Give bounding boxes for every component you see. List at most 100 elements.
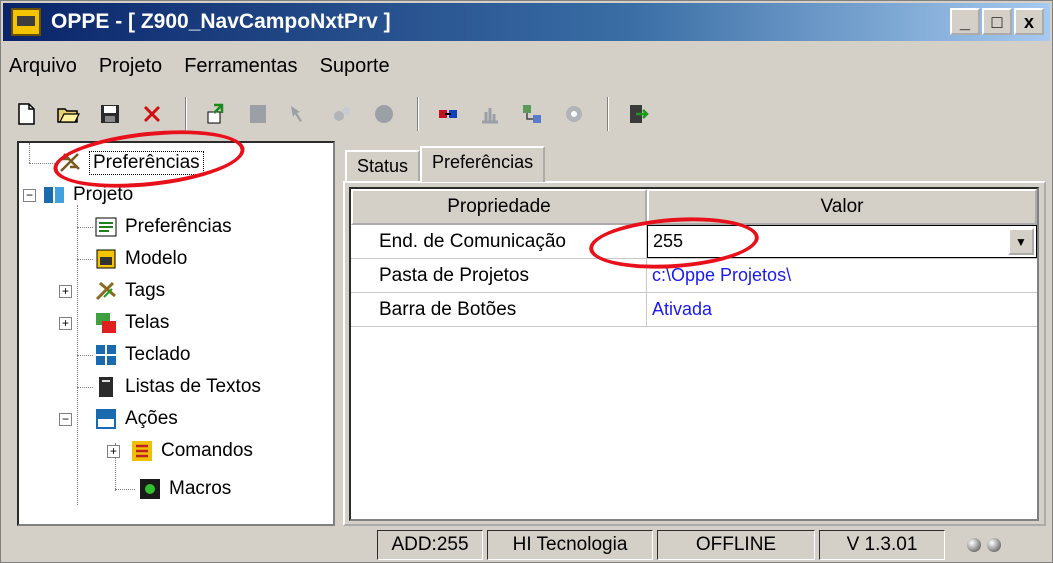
delete-icon[interactable]	[133, 95, 171, 133]
tree-item-preferencias-root[interactable]: Preferências	[57, 147, 204, 179]
compile-icon[interactable]	[429, 95, 467, 133]
status-led-icon	[987, 538, 1001, 552]
property-name: Pasta de Projetos	[351, 259, 647, 292]
tree-item-label: Ações	[125, 408, 178, 429]
transfer-icon[interactable]	[471, 95, 509, 133]
app-window: OPPE - [ Z900_NavCampoNxtPrv ] _ □ x Arq…	[0, 0, 1053, 563]
menu-projeto[interactable]: Projeto	[99, 55, 162, 78]
tree-item-label: Tags	[125, 280, 166, 301]
tree-item-label: Macros	[169, 478, 232, 499]
menu-suporte[interactable]: Suporte	[320, 55, 390, 78]
tree-item-label: Preferências	[125, 216, 232, 237]
macros-icon	[140, 479, 160, 499]
status-bar: ADD:255 HI Tecnologia OFFLINE V 1.3.01	[3, 528, 1050, 562]
tree-item-macros[interactable]: Macros	[137, 473, 231, 505]
exit-icon[interactable]	[619, 95, 657, 133]
network-icon[interactable]	[513, 95, 551, 133]
property-name: End. de Comunicação	[351, 225, 647, 258]
grid-header: Propriedade Valor	[351, 189, 1037, 225]
maximize-button[interactable]: □	[982, 8, 1012, 35]
status-led-icon	[967, 538, 981, 552]
expand-tags-toggle[interactable]: +	[59, 285, 72, 298]
open-folder-icon[interactable]	[49, 95, 87, 133]
tree-connector	[29, 143, 30, 163]
tree-connector	[29, 163, 55, 164]
collapse-projeto-toggle[interactable]: −	[23, 189, 36, 202]
text-lists-icon	[99, 377, 113, 397]
minimize-button[interactable]: _	[950, 8, 980, 35]
status-connection: OFFLINE	[657, 530, 815, 560]
save-icon[interactable]	[91, 95, 129, 133]
column-header-valor[interactable]: Valor	[647, 189, 1037, 225]
tree-item-teclado[interactable]: Teclado	[93, 339, 191, 371]
screen-icon[interactable]	[239, 95, 277, 133]
tree-connector	[77, 227, 93, 228]
toolbar-separator	[185, 97, 187, 131]
tree-connector	[77, 355, 93, 356]
tab-strip: Status Preferências	[345, 146, 546, 182]
preferences-list-icon	[95, 217, 117, 237]
property-value: 255	[653, 231, 684, 251]
import-icon[interactable]	[197, 95, 235, 133]
tree-connector	[115, 489, 135, 490]
tags-icon[interactable]	[281, 95, 319, 133]
tree-item-modelo[interactable]: Modelo	[93, 243, 187, 275]
property-value[interactable]: c:\Oppe Projetos\	[647, 259, 1037, 292]
tree-item-tags[interactable]: Tags	[93, 275, 165, 307]
project-tree[interactable]: Preferências − Projeto Preferências Mode…	[17, 141, 335, 526]
table-row[interactable]: Pasta de Projetos c:\Oppe Projetos\	[351, 259, 1037, 293]
tree-item-comandos[interactable]: Comandos	[129, 435, 253, 467]
tree-item-acoes[interactable]: Ações	[93, 403, 178, 435]
window-controls: _ □ x	[950, 8, 1044, 35]
title-bar[interactable]: OPPE - [ Z900_NavCampoNxtPrv ] _ □ x	[3, 3, 1050, 41]
property-name: Barra de Botões	[351, 293, 647, 326]
communication-address-select[interactable]: 255 ▼	[647, 225, 1037, 258]
app-icon[interactable]	[11, 8, 41, 36]
preferences-panel: Propriedade Valor End. de Comunicação 25…	[343, 181, 1046, 526]
tree-connector	[77, 259, 93, 260]
window-title: OPPE - [ Z900_NavCampoNxtPrv ]	[51, 10, 391, 33]
actions-icon	[96, 409, 116, 429]
connect-icon[interactable]	[323, 95, 361, 133]
toolbar-separator	[607, 97, 609, 131]
tags-icon	[95, 281, 116, 301]
model-icon	[96, 249, 116, 269]
tree-item-label: Listas de Textos	[125, 376, 261, 397]
table-row[interactable]: End. de Comunicação 255 ▼	[351, 225, 1037, 259]
tree-item-label: Preferências	[89, 151, 204, 175]
preferences-tool-icon	[60, 153, 80, 172]
chevron-down-icon[interactable]: ▼	[1008, 228, 1034, 255]
new-file-icon[interactable]	[7, 95, 45, 133]
tree-item-label: Teclado	[125, 344, 191, 365]
tree-item-telas[interactable]: Telas	[93, 307, 169, 339]
tab-preferencias[interactable]: Preferências	[420, 146, 546, 182]
menu-bar: Arquivo Projeto Ferramentas Suporte	[9, 49, 390, 83]
table-row[interactable]: Barra de Botões Ativada	[351, 293, 1037, 327]
property-grid: Propriedade Valor End. de Comunicação 25…	[349, 187, 1039, 521]
keyboard-icon	[96, 345, 116, 365]
record-icon[interactable]	[365, 95, 403, 133]
tree-item-label: Modelo	[125, 248, 188, 269]
toolbar-separator	[417, 97, 419, 131]
menu-arquivo[interactable]: Arquivo	[9, 55, 77, 78]
settings-icon[interactable]	[555, 95, 593, 133]
project-icon	[44, 187, 64, 203]
property-value[interactable]: Ativada	[647, 293, 1037, 326]
close-button[interactable]: x	[1014, 8, 1044, 35]
tree-item-label: Comandos	[161, 440, 253, 461]
screens-icon	[96, 313, 116, 333]
expand-telas-toggle[interactable]: +	[59, 317, 72, 330]
menu-ferramentas[interactable]: Ferramentas	[184, 55, 297, 78]
column-header-propriedade[interactable]: Propriedade	[351, 189, 647, 225]
commands-icon	[132, 441, 152, 461]
tree-item-preferencias[interactable]: Preferências	[93, 211, 232, 243]
tree-connector	[77, 387, 93, 388]
tree-item-listas-de-textos[interactable]: Listas de Textos	[93, 371, 261, 403]
status-address: ADD:255	[377, 530, 483, 560]
collapse-acoes-toggle[interactable]: −	[59, 413, 72, 426]
tab-status[interactable]: Status	[345, 150, 421, 182]
tree-item-label: Telas	[125, 312, 170, 333]
expand-comandos-toggle[interactable]: +	[107, 445, 120, 458]
tree-item-projeto[interactable]: Projeto	[41, 179, 133, 211]
toolbar	[7, 93, 1047, 135]
